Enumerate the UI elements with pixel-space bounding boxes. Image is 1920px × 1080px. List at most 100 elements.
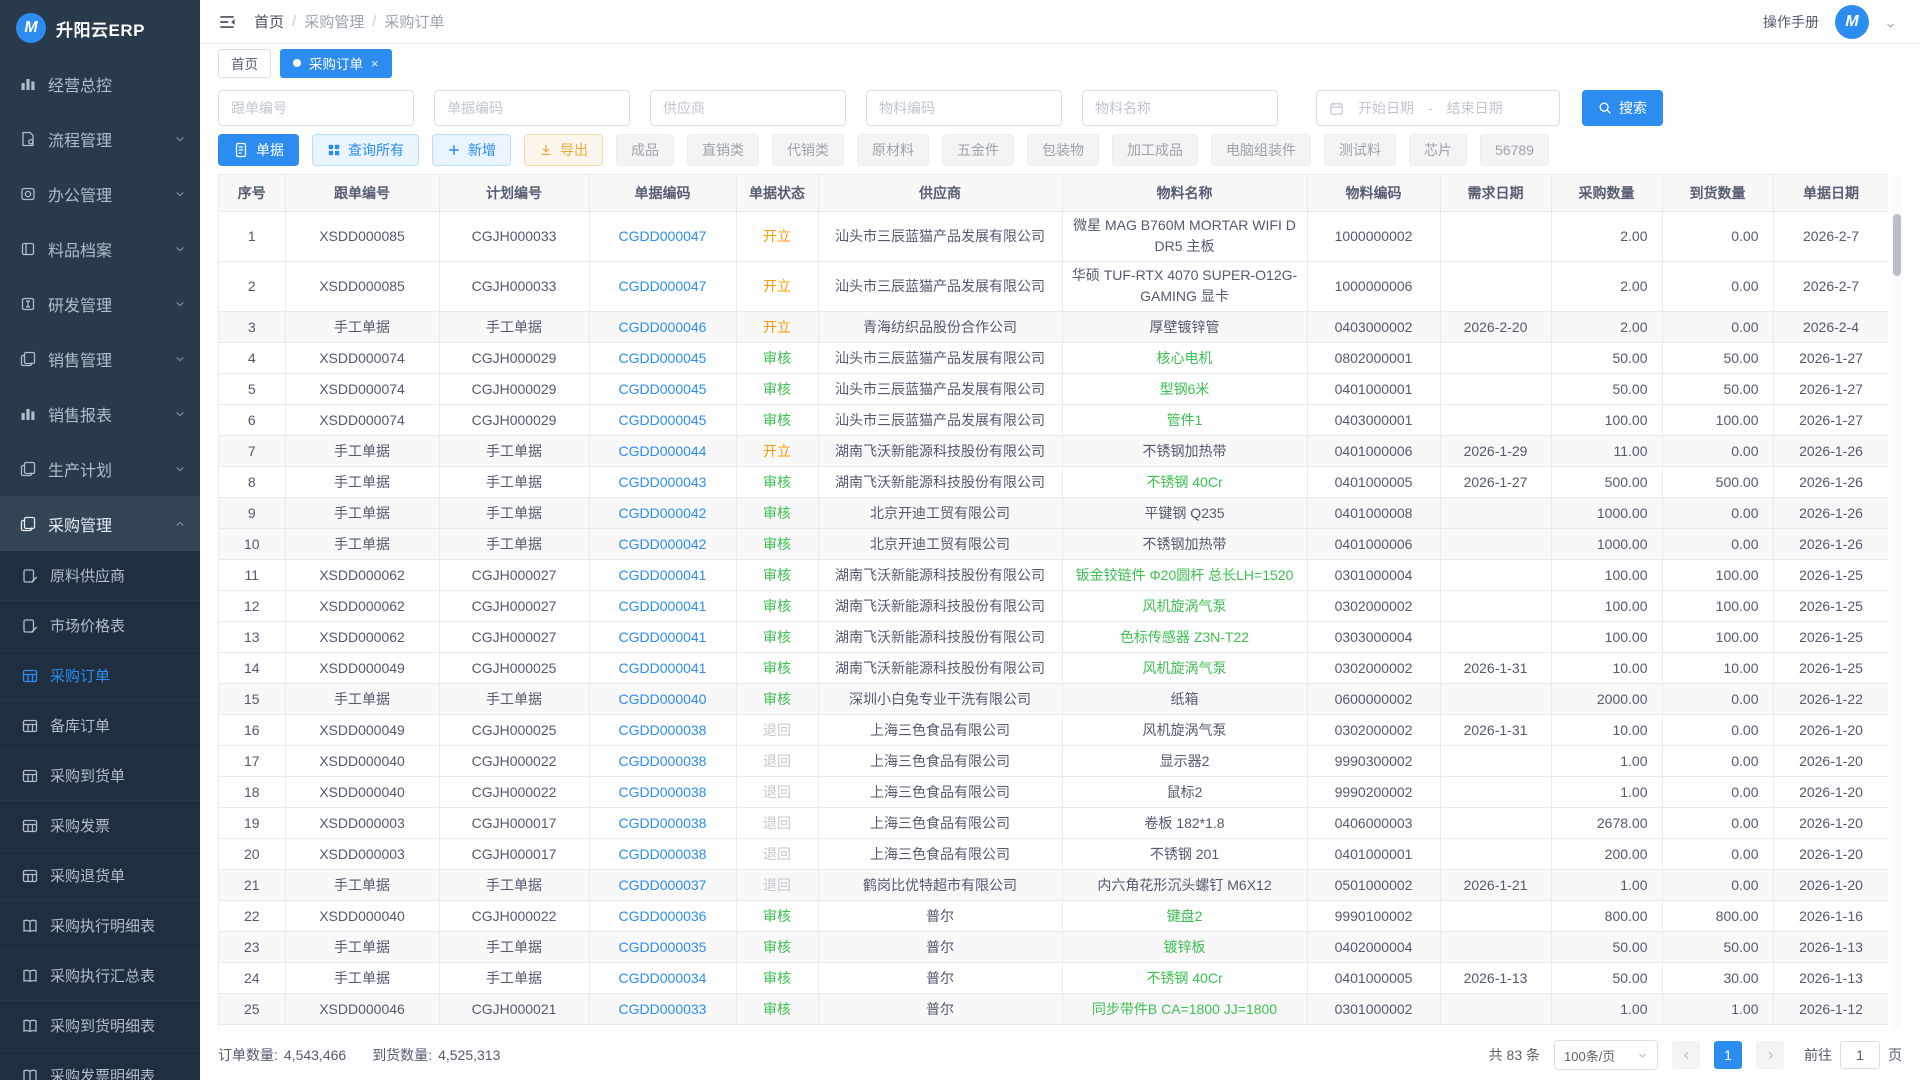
cell-dc[interactable]: CGDD000038 <box>589 838 736 869</box>
sidebar-item-market-price[interactable]: 市场价格表 <box>0 601 200 651</box>
breadcrumb-purchase-mgmt[interactable]: 采购管理 <box>304 11 364 32</box>
category-button-computer-assembly[interactable]: 电脑组装件 <box>1211 134 1311 166</box>
category-button-chip[interactable]: 芯片 <box>1409 134 1467 166</box>
cell-dc[interactable]: CGDD000045 <box>589 373 736 404</box>
cell-dc[interactable]: CGDD000047 <box>589 211 736 261</box>
cell-mat[interactable]: 不锈钢 40Cr <box>1062 466 1307 497</box>
cell-dc[interactable]: CGDD000038 <box>589 745 736 776</box>
category-button-processed-goods[interactable]: 加工成品 <box>1112 134 1198 166</box>
page-size-select[interactable]: 100条/页 <box>1554 1040 1658 1070</box>
cell-dc[interactable]: CGDD000044 <box>589 435 736 466</box>
filter-input-track-no[interactable] <box>218 90 414 126</box>
table-row[interactable]: 24手工单据手工单据CGDD000034审核普尔不锈钢 40Cr04010000… <box>219 962 1888 993</box>
table-row[interactable]: 17XSDD000040CGJH000022CGDD000038退回上海三色食品… <box>219 745 1888 776</box>
goto-page-input[interactable] <box>1840 1041 1880 1069</box>
sidebar-item-rd-mgmt[interactable]: 研发管理 <box>0 276 200 331</box>
cell-dc[interactable]: CGDD000042 <box>589 497 736 528</box>
table-row[interactable]: 12XSDD000062CGJH000027CGDD000041审核湖南飞沃新能… <box>219 590 1888 621</box>
current-page-button[interactable]: 1 <box>1714 1041 1742 1069</box>
cell-dc[interactable]: CGDD000038 <box>589 807 736 838</box>
query-all-button[interactable]: 查询所有 <box>312 134 419 166</box>
filter-input-material-code[interactable] <box>866 90 1062 126</box>
table-row[interactable]: 22XSDD000040CGJH000022CGDD000036审核普尔键盘29… <box>219 900 1888 931</box>
category-button-56789[interactable]: 56789 <box>1480 134 1549 166</box>
cell-mat[interactable]: 管件1 <box>1062 404 1307 435</box>
cell-dc[interactable]: CGDD000041 <box>589 559 736 590</box>
sidebar-item-raw-supplier[interactable]: 原料供应商 <box>0 551 200 601</box>
sidebar-item-sales-report[interactable]: 销售报表 <box>0 386 200 441</box>
table-row[interactable]: 14XSDD000049CGJH000025CGDD000041审核湖南飞沃新能… <box>219 652 1888 683</box>
table-scrollbar[interactable] <box>1892 174 1902 1030</box>
table-row[interactable]: 21手工单据手工单据CGDD000037退回鹤岗比优特超市有限公司内六角花形沉头… <box>219 869 1888 900</box>
table-row[interactable]: 1XSDD000085CGJH000033CGDD000047开立汕头市三辰蓝猫… <box>219 211 1888 261</box>
search-button[interactable]: 搜索 <box>1582 90 1663 126</box>
cell-dc[interactable]: CGDD000034 <box>589 962 736 993</box>
filter-input-doc-code[interactable] <box>434 90 630 126</box>
sidebar-item-purchase-mgmt[interactable]: 采购管理 <box>0 496 200 551</box>
cell-dc[interactable]: CGDD000042 <box>589 528 736 559</box>
category-button-hardware[interactable]: 五金件 <box>942 134 1014 166</box>
export-button[interactable]: 导出 <box>524 134 603 166</box>
scrollbar-thumb[interactable] <box>1893 214 1901 276</box>
cell-dc[interactable]: CGDD000033 <box>589 993 736 1024</box>
category-button-direct-sale[interactable]: 直销类 <box>687 134 759 166</box>
sidebar-item-purchase-invoice-detail[interactable]: 采购发票明细表 <box>0 1051 200 1080</box>
cell-dc[interactable]: CGDD000041 <box>589 652 736 683</box>
table-row[interactable]: 9手工单据手工单据CGDD000042审核北京开迪工贸有限公司平键钢 Q2350… <box>219 497 1888 528</box>
sidebar-item-office-mgmt[interactable]: 办公管理 <box>0 166 200 221</box>
table-row[interactable]: 4XSDD000074CGJH000029CGDD000045审核汕头市三辰蓝猫… <box>219 342 1888 373</box>
date-range-picker[interactable]: 开始日期 - 结束日期 <box>1316 90 1560 126</box>
table-row[interactable]: 20XSDD000003CGJH000017CGDD000038退回上海三色食品… <box>219 838 1888 869</box>
sidebar-item-sales-mgmt[interactable]: 销售管理 <box>0 331 200 386</box>
sidebar-item-stock-order[interactable]: 备库订单 <box>0 701 200 751</box>
cell-mat[interactable]: 键盘2 <box>1062 900 1307 931</box>
cell-mat[interactable]: 风机旋涡气泵 <box>1062 590 1307 621</box>
cell-mat[interactable]: 钣金铰链件 Φ20圆杆 总长LH=1520 <box>1062 559 1307 590</box>
table-row[interactable]: 11XSDD000062CGJH000027CGDD000041审核湖南飞沃新能… <box>219 559 1888 590</box>
sidebar-item-purchase-invoice[interactable]: 采购发票 <box>0 801 200 851</box>
table-row[interactable]: 18XSDD000040CGJH000022CGDD000038退回上海三色食品… <box>219 776 1888 807</box>
cell-dc[interactable]: CGDD000036 <box>589 900 736 931</box>
cell-mat[interactable]: 核心电机 <box>1062 342 1307 373</box>
breadcrumb-home[interactable]: 首页 <box>254 11 284 32</box>
cell-dc[interactable]: CGDD000043 <box>589 466 736 497</box>
tab-home[interactable]: 首页 <box>218 49 271 78</box>
cell-dc[interactable]: CGDD000041 <box>589 621 736 652</box>
cell-dc[interactable]: CGDD000038 <box>589 714 736 745</box>
table-row[interactable]: 13XSDD000062CGJH000027CGDD000041审核湖南飞沃新能… <box>219 621 1888 652</box>
app-logo[interactable]: M 升阳云ERP <box>0 0 200 56</box>
table-row[interactable]: 7手工单据手工单据CGDD000044开立湖南飞沃新能源科技股份有限公司不锈钢加… <box>219 435 1888 466</box>
category-button-packaging[interactable]: 包装物 <box>1027 134 1099 166</box>
add-button[interactable]: 新增 <box>432 134 511 166</box>
cell-mat[interactable]: 不锈钢 40Cr <box>1062 962 1307 993</box>
table-row[interactable]: 10手工单据手工单据CGDD000042审核北京开迪工贸有限公司不锈钢加热带04… <box>219 528 1888 559</box>
sidebar-item-process-mgmt[interactable]: 流程管理 <box>0 111 200 166</box>
cell-dc[interactable]: CGDD000035 <box>589 931 736 962</box>
avatar[interactable]: M <box>1835 5 1869 39</box>
category-button-finished-goods[interactable]: 成品 <box>616 134 674 166</box>
next-page-button[interactable] <box>1756 1041 1784 1069</box>
sidebar-collapse-icon[interactable] <box>218 13 236 31</box>
cell-dc[interactable]: CGDD000041 <box>589 590 736 621</box>
cell-dc[interactable]: CGDD000037 <box>589 869 736 900</box>
sidebar-item-purchase-arrival-detail[interactable]: 采购到货明细表 <box>0 1001 200 1051</box>
breadcrumb-purchase-order[interactable]: 采购订单 <box>384 11 444 32</box>
prev-page-button[interactable] <box>1672 1041 1700 1069</box>
tab-close-icon[interactable]: × <box>371 56 379 71</box>
table-row[interactable]: 25XSDD000046CGJH000021CGDD000033审核普尔同步带件… <box>219 993 1888 1024</box>
manual-link[interactable]: 操作手册 <box>1763 12 1819 32</box>
table-row[interactable]: 5XSDD000074CGJH000029CGDD000045审核汕头市三辰蓝猫… <box>219 373 1888 404</box>
chevron-down-icon[interactable] <box>1885 20 1896 31</box>
sidebar-item-business-overview[interactable]: 经营总控 <box>0 56 200 111</box>
tab-purchase-order[interactable]: 采购订单 × <box>280 49 392 78</box>
cell-dc[interactable]: CGDD000046 <box>589 311 736 342</box>
category-button-test-material[interactable]: 测试料 <box>1324 134 1396 166</box>
filter-input-material-name[interactable] <box>1082 90 1278 126</box>
cell-dc[interactable]: CGDD000045 <box>589 404 736 435</box>
sidebar-item-material-archive[interactable]: 料品档案 <box>0 221 200 276</box>
doc-button[interactable]: 单据 <box>218 134 299 166</box>
table-row[interactable]: 19XSDD000003CGJH000017CGDD000038退回上海三色食品… <box>219 807 1888 838</box>
cell-dc[interactable]: CGDD000045 <box>589 342 736 373</box>
table-row[interactable]: 16XSDD000049CGJH000025CGDD000038退回上海三色食品… <box>219 714 1888 745</box>
cell-mat[interactable]: 同步带件B CA=1800 JJ=1800 <box>1062 993 1307 1024</box>
